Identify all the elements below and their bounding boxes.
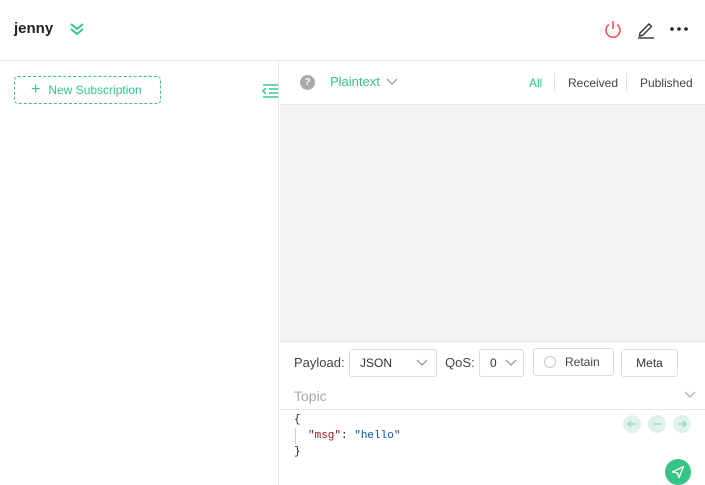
code-colon: : — [341, 430, 355, 442]
message-composer: Payload: JSON QoS: 0 Retain Meta { "msg"… — [280, 341, 705, 485]
send-button[interactable] — [665, 459, 691, 485]
collapse-panel-icon[interactable] — [261, 83, 279, 99]
connection-name: jenny — [14, 20, 54, 37]
payload-format-value: JSON — [360, 356, 393, 370]
message-format-value: Plaintext — [330, 74, 380, 89]
more-icon[interactable] — [668, 18, 690, 40]
meta-label: Meta — [636, 356, 663, 370]
code-key: "msg" — [308, 430, 342, 442]
minus-icon — [653, 423, 661, 425]
code-line: { — [294, 414, 301, 426]
subscriptions-panel: + New Subscription — [0, 61, 279, 485]
history-forward-button[interactable] — [673, 415, 691, 433]
chevron-down-icon — [386, 78, 398, 85]
new-subscription-label: New Subscription — [48, 83, 142, 97]
payload-editor[interactable]: { "msg": "hello" } — [294, 412, 400, 460]
retain-label: Retain — [565, 355, 600, 369]
retain-radio-icon — [544, 356, 556, 368]
filter-divider — [554, 73, 555, 91]
arrow-right-icon — [678, 420, 687, 428]
filter-received[interactable]: Received — [568, 76, 618, 90]
power-icon[interactable] — [602, 18, 624, 40]
arrow-left-icon — [627, 420, 636, 428]
code-value: "hello" — [354, 430, 401, 442]
qos-label: QoS: — [445, 355, 475, 370]
meta-button[interactable]: Meta — [621, 349, 678, 377]
message-list[interactable] — [280, 105, 705, 341]
filter-published[interactable]: Published — [640, 76, 693, 90]
filter-divider — [626, 73, 627, 91]
send-icon — [671, 465, 685, 479]
new-subscription-button[interactable]: + New Subscription — [14, 76, 161, 104]
qos-value: 0 — [490, 356, 497, 370]
payload-label: Payload: — [294, 355, 345, 370]
double-chevron-down-icon[interactable] — [68, 20, 86, 38]
edit-icon[interactable] — [635, 18, 657, 40]
payload-format-select[interactable]: JSON — [349, 349, 437, 377]
code-line: } — [294, 446, 301, 458]
topic-row — [280, 382, 705, 410]
message-format-select[interactable]: Plaintext — [330, 74, 398, 89]
chevron-down-icon — [416, 359, 428, 366]
topic-input[interactable] — [294, 386, 674, 406]
connection-header: jenny — [0, 0, 705, 61]
retain-checkbox[interactable]: Retain — [533, 348, 614, 376]
chevron-down-icon — [505, 359, 517, 366]
filter-all[interactable]: All — [529, 76, 542, 90]
history-back-button[interactable] — [623, 415, 641, 433]
messages-toolbar: ? Plaintext All Received Published — [280, 61, 705, 105]
help-icon[interactable]: ? — [300, 75, 315, 90]
history-clear-button[interactable] — [648, 415, 666, 433]
chevron-down-icon[interactable] — [683, 389, 697, 401]
code-line: "msg": "hello" — [295, 428, 400, 444]
qos-select[interactable]: 0 — [479, 349, 524, 377]
plus-icon: + — [31, 81, 41, 98]
